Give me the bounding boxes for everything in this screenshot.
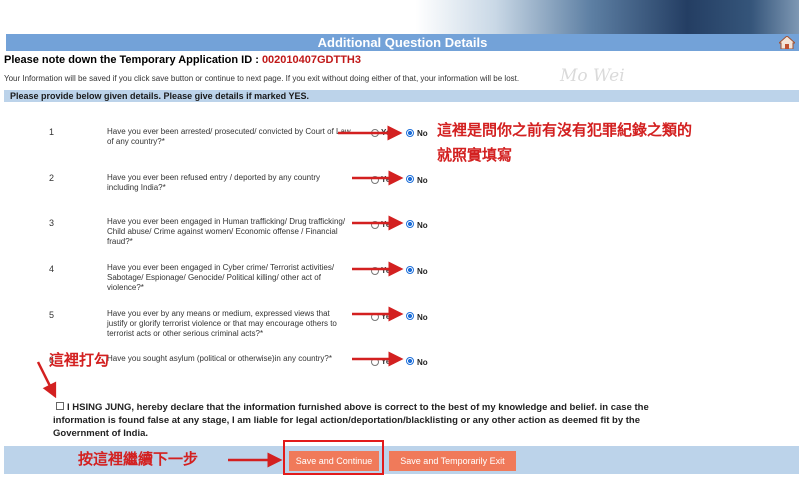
annotation-criminal-record-line1: 這裡是問你之前有沒有犯罪紀錄之類的 [437, 121, 693, 139]
annotation-check-here: 這裡打勾 [49, 351, 110, 369]
annotation-next-step: 按這裡繼續下一步 [78, 450, 199, 468]
annotation-arrows [36, 125, 404, 468]
annotation-criminal-record-line2: 就照實填寫 [437, 146, 513, 164]
